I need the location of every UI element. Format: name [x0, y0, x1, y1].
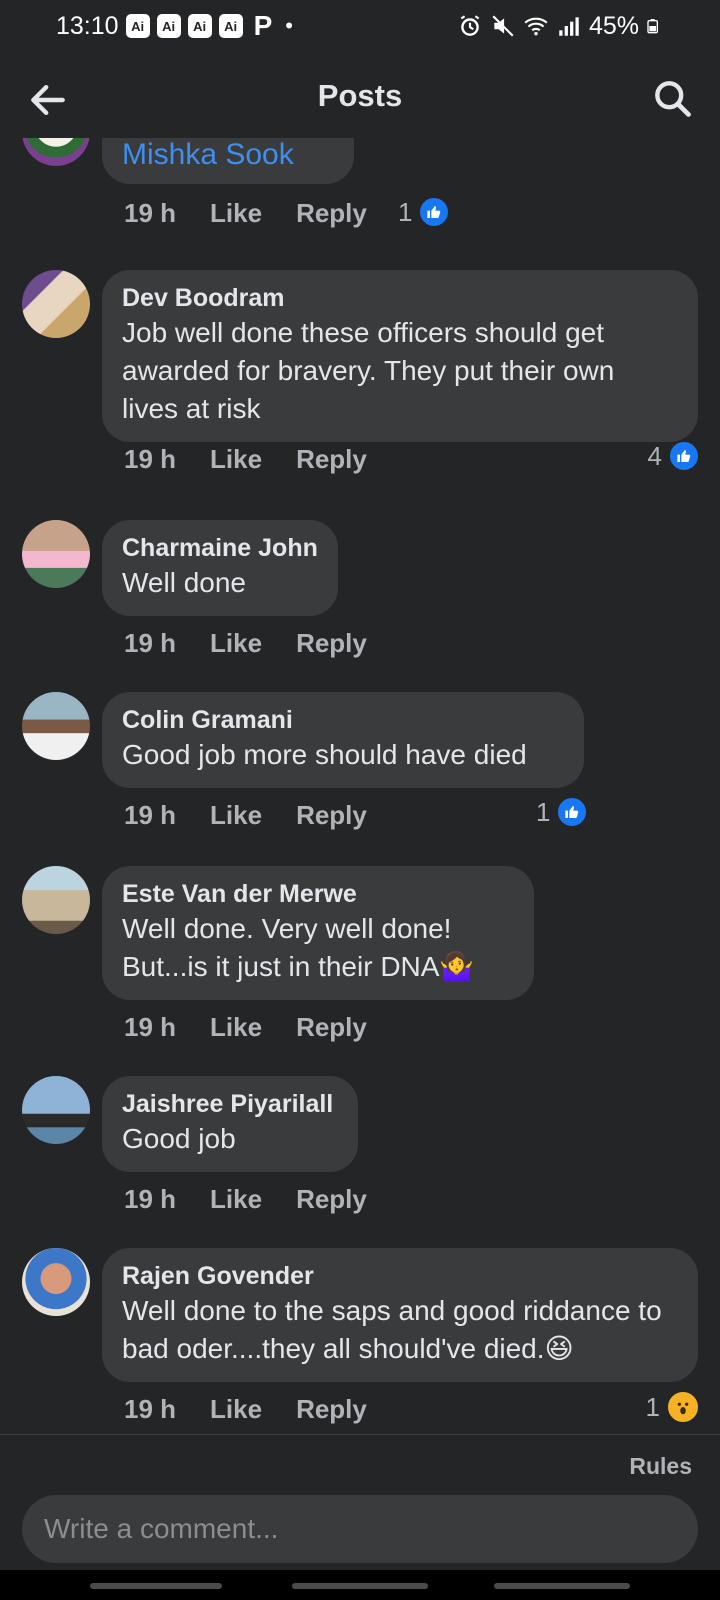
comment-author[interactable]: Dev Boodram — [122, 282, 678, 314]
like-button[interactable]: Like — [210, 1184, 262, 1215]
reply-button[interactable]: Reply — [296, 800, 367, 831]
like-button[interactable]: Like — [210, 800, 262, 831]
comment-bubble[interactable]: Rajen Govender Well done to the saps and… — [102, 1248, 698, 1382]
comment-author[interactable]: Rajen Govender — [122, 1260, 678, 1292]
reply-button[interactable]: Reply — [296, 628, 367, 659]
system-nav-bar — [0, 1570, 720, 1600]
search-icon[interactable] — [650, 76, 694, 120]
recents-nav-handle[interactable] — [90, 1583, 222, 1589]
like-button[interactable]: Like — [210, 444, 262, 475]
comment-text: Good job more should have died — [122, 739, 527, 770]
comment-text: Good job — [122, 1123, 236, 1154]
comment-author[interactable]: Charmaine John — [122, 532, 318, 564]
comment-text: Well done — [122, 567, 247, 598]
comment-actions: 19 h Like Reply — [124, 444, 367, 475]
reaction-count: 1 — [398, 196, 413, 227]
avatar[interactable] — [22, 866, 90, 934]
wow-reaction-icon — [666, 1390, 700, 1424]
reaction-summary[interactable]: 1 — [398, 196, 451, 228]
battery-icon — [647, 19, 658, 34]
avatar[interactable] — [22, 138, 90, 166]
reply-button[interactable]: Reply — [296, 198, 367, 229]
ai-badge-icon: Ai — [125, 14, 150, 38]
comment-composer: Rules — [0, 1434, 720, 1571]
reaction-count: 1 — [645, 1391, 660, 1422]
top-app-bar: Posts — [0, 52, 720, 144]
signal-icon — [559, 17, 579, 36]
comment-actions: 19 h Like Reply — [124, 800, 367, 831]
back-nav-handle[interactable] — [494, 1583, 630, 1589]
status-right: 45% — [457, 12, 662, 41]
reaction-summary[interactable]: 1 — [536, 796, 589, 828]
home-nav-handle[interactable] — [292, 1583, 428, 1589]
reaction-summary[interactable]: 1 — [646, 1390, 700, 1424]
comment-bubble[interactable]: Colin Gramani Good job more should have … — [102, 692, 584, 788]
alarm-icon — [460, 15, 480, 36]
ai-badge-icon: Ai — [156, 14, 181, 38]
comment-actions: 19 h Like Reply — [124, 628, 367, 659]
comment-author[interactable]: Colin Gramani — [122, 704, 564, 736]
like-button[interactable]: Like — [210, 198, 262, 229]
reply-button[interactable]: Reply — [296, 444, 367, 475]
reply-button[interactable]: Reply — [296, 1184, 367, 1215]
comment-actions: 19 h Like Reply — [124, 1012, 367, 1043]
thumbs-up-icon — [556, 796, 589, 828]
like-button[interactable]: Like — [210, 1394, 262, 1425]
comment-timestamp: 19 h — [124, 1012, 177, 1042]
reaction-count: 4 — [647, 440, 662, 471]
status-left: 13:10 Ai Ai Ai Ai P • — [56, 10, 293, 42]
comment-timestamp: 19 h — [124, 800, 177, 830]
thumbs-up-icon — [418, 196, 451, 228]
thumbs-up-icon — [668, 440, 700, 472]
page-title: Posts — [317, 78, 403, 113]
avatar[interactable] — [22, 520, 90, 588]
avatar[interactable] — [22, 1076, 90, 1144]
ai-badge-icon: Ai — [187, 14, 212, 38]
like-button[interactable]: Like — [210, 1012, 262, 1043]
comment-bubble[interactable]: Jaishree Piyarilall Good job — [102, 1076, 358, 1172]
status-bar: 13:10 Ai Ai Ai Ai P • 45% — [0, 0, 720, 52]
comment-actions: 19 h Like Reply — [124, 1394, 367, 1425]
more-notifications-dot: • — [285, 13, 293, 38]
clock: 13:10 — [56, 11, 119, 40]
comment-timestamp: 19 h — [124, 1184, 177, 1214]
comment-input[interactable] — [22, 1495, 698, 1563]
comment-bubble[interactable]: Dev Boodram Job well done these officers… — [102, 270, 698, 442]
comment-bubble[interactable]: Mishka Sook — [102, 138, 354, 184]
reply-button[interactable]: Reply — [296, 1012, 367, 1043]
comment-timestamp: 19 h — [124, 628, 177, 658]
rules-link[interactable]: Rules — [629, 1453, 692, 1480]
mute-icon — [492, 15, 514, 37]
battery-level: 45% — [588, 11, 639, 40]
comment-text: Job well done these officers should get … — [122, 317, 615, 424]
comment-text: Well done to the saps and good riddance … — [122, 1295, 662, 1364]
reaction-count: 1 — [536, 796, 551, 827]
avatar[interactable] — [22, 1248, 90, 1316]
wifi-icon — [524, 17, 548, 36]
comment-text-line: Well done. Very well done! — [122, 913, 452, 944]
comment-bubble[interactable]: Charmaine John Well done — [102, 520, 338, 616]
tagged-user-link[interactable]: Mishka Sook — [122, 138, 294, 171]
avatar[interactable] — [22, 692, 90, 760]
comment-text-line: But...is it just in their DNA🤷‍♀️ — [122, 951, 475, 982]
comment-author[interactable]: Jaishree Piyarilall — [122, 1088, 338, 1120]
app-notification-icon: P — [253, 10, 273, 41]
ai-badge-icon: Ai — [218, 14, 243, 38]
comment-timestamp: 19 h — [124, 444, 177, 474]
comment-bubble[interactable]: Este Van der Merwe Well done. Very well … — [102, 866, 534, 1000]
reaction-summary[interactable]: 4 — [648, 440, 700, 472]
avatar[interactable] — [22, 270, 90, 338]
like-button[interactable]: Like — [210, 628, 262, 659]
comment-actions: 19 h Like Reply — [124, 198, 367, 229]
comments-feed[interactable]: Mishka Sook 19 h Like Reply 1 Dev Boodra… — [0, 138, 720, 1434]
comment-actions: 19 h Like Reply — [124, 1184, 367, 1215]
reply-button[interactable]: Reply — [296, 1394, 367, 1425]
comment-timestamp: 19 h — [124, 1394, 177, 1424]
comment-timestamp: 19 h — [124, 198, 177, 228]
comment-author[interactable]: Este Van der Merwe — [122, 878, 514, 910]
